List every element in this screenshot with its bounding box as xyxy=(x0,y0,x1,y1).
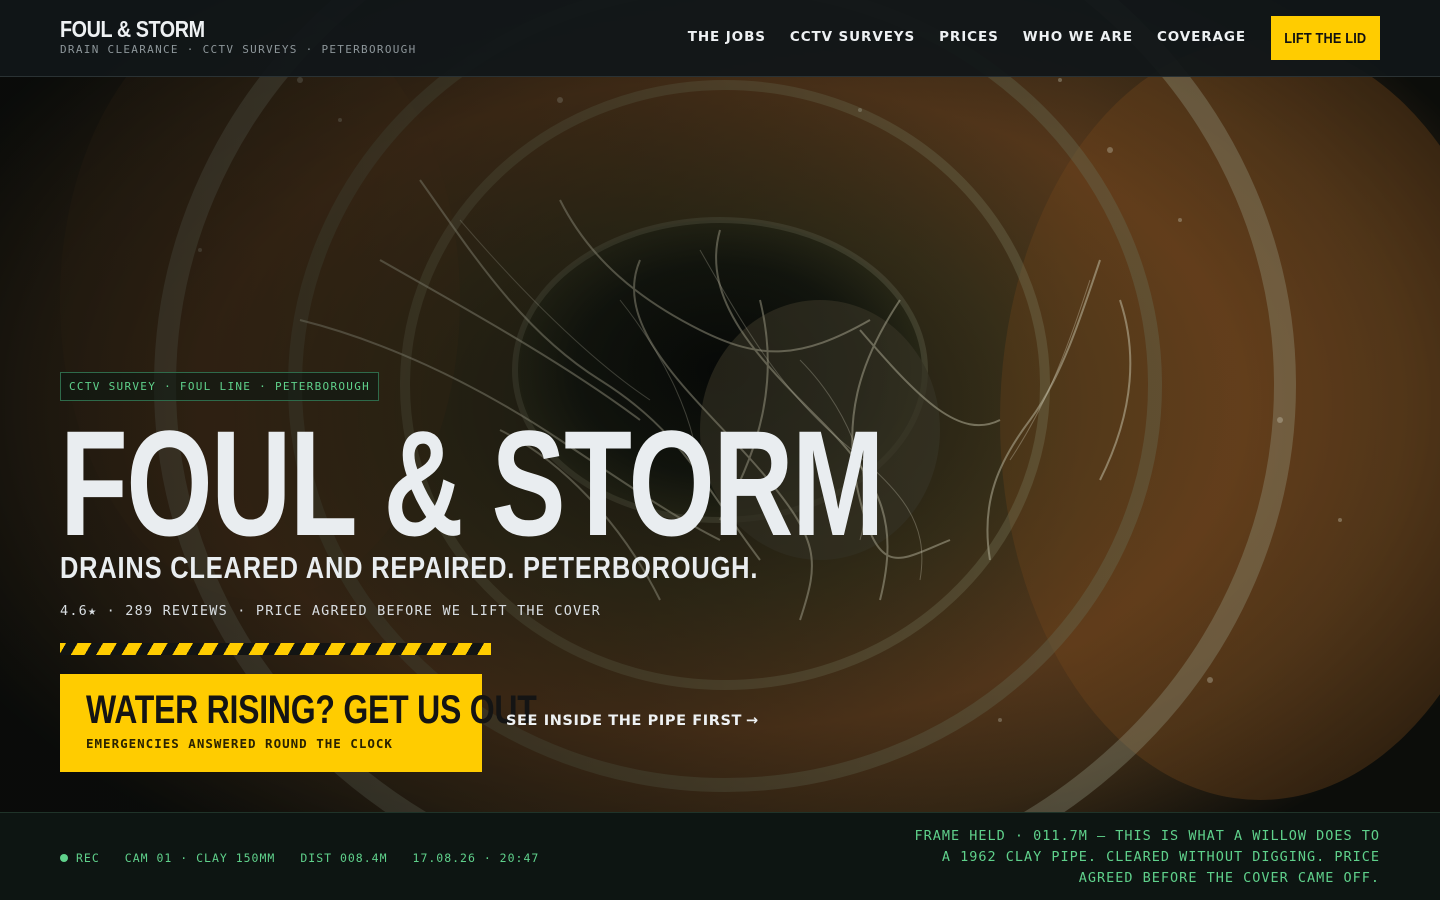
recording-dot-icon xyxy=(60,854,68,862)
price-promise: PRICE AGREED BEFORE WE LIFT THE COVER xyxy=(255,603,602,619)
main-nav: THE JOBS CCTV SURVEYS PRICES WHO WE ARE … xyxy=(688,29,1246,45)
cctv-readout: REC CAM 01 · CLAY 150MM DIST 008.4M 17.0… xyxy=(60,851,539,865)
lift-the-lid-label: LIFT THE LID xyxy=(1284,29,1367,47)
nav-link-coverage[interactable]: COVERAGE xyxy=(1157,29,1246,45)
see-inside-pipe-link[interactable]: SEE INSIDE THE PIPE FIRST → xyxy=(506,713,759,729)
nav-link-who-we-are[interactable]: WHO WE ARE xyxy=(1023,29,1133,45)
hazard-stripe-divider xyxy=(60,643,491,655)
camera-info: CAM 01 · CLAY 150MM xyxy=(124,851,276,865)
hero-subtitle: DRAINS CLEARED AND REPAIRED. PETERBOROUG… xyxy=(60,550,759,585)
timestamp: 17.08.26 · 20:47 xyxy=(412,851,540,865)
emergency-callout-sublabel: EMERGENCIES ANSWERED ROUND THE CLOCK xyxy=(86,736,393,751)
see-inside-pipe-label: SEE INSIDE THE PIPE FIRST xyxy=(506,713,743,729)
hero-title: FOUL & STORM xyxy=(60,399,884,567)
hero-rating-line: 4.6★ · 289 REVIEWS · PRICE AGREED BEFORE… xyxy=(60,603,601,619)
nav-link-prices[interactable]: PRICES xyxy=(939,29,999,45)
distance-readout: DIST 008.4M xyxy=(300,851,388,865)
nav-link-cctv-surveys[interactable]: CCTV SURVEYS xyxy=(790,29,915,45)
cctv-status-bar: REC CAM 01 · CLAY 150MM DIST 008.4M 17.0… xyxy=(0,812,1440,900)
hero-survey-tag: CCTV SURVEY · FOUL LINE · PETERBOROUGH xyxy=(60,372,380,401)
hero-survey-tag-text: CCTV SURVEY · FOUL LINE · PETERBOROUGH xyxy=(69,380,371,393)
brand-name: FOUL & STORM xyxy=(60,16,205,42)
brand-logo[interactable]: FOUL & STORM DRAIN CLEARANCE · CCTV SURV… xyxy=(60,15,417,56)
emergency-callout-label: WATER RISING? GET US OUT xyxy=(86,688,537,732)
nav-link-the-jobs[interactable]: THE JOBS xyxy=(688,29,766,45)
review-count: 289 REVIEWS xyxy=(125,603,228,619)
arrow-right-icon: → xyxy=(746,713,759,729)
site-header: FOUL & STORM DRAIN CLEARANCE · CCTV SURV… xyxy=(0,0,1440,77)
lift-the-lid-button[interactable]: LIFT THE LID xyxy=(1271,16,1380,60)
rec-label: REC xyxy=(76,851,100,865)
separator-dot: · xyxy=(237,603,256,619)
emergency-callout-button[interactable]: WATER RISING? GET US OUT EMERGENCIES ANS… xyxy=(60,674,537,772)
frame-caption: FRAME HELD · 011.7M — THIS IS WHAT A WIL… xyxy=(914,828,1380,886)
rating-value: 4.6★ xyxy=(60,603,98,619)
separator-dot: · xyxy=(106,603,126,619)
brand-tagline: DRAIN CLEARANCE · CCTV SURVEYS · PETERBO… xyxy=(60,43,417,56)
